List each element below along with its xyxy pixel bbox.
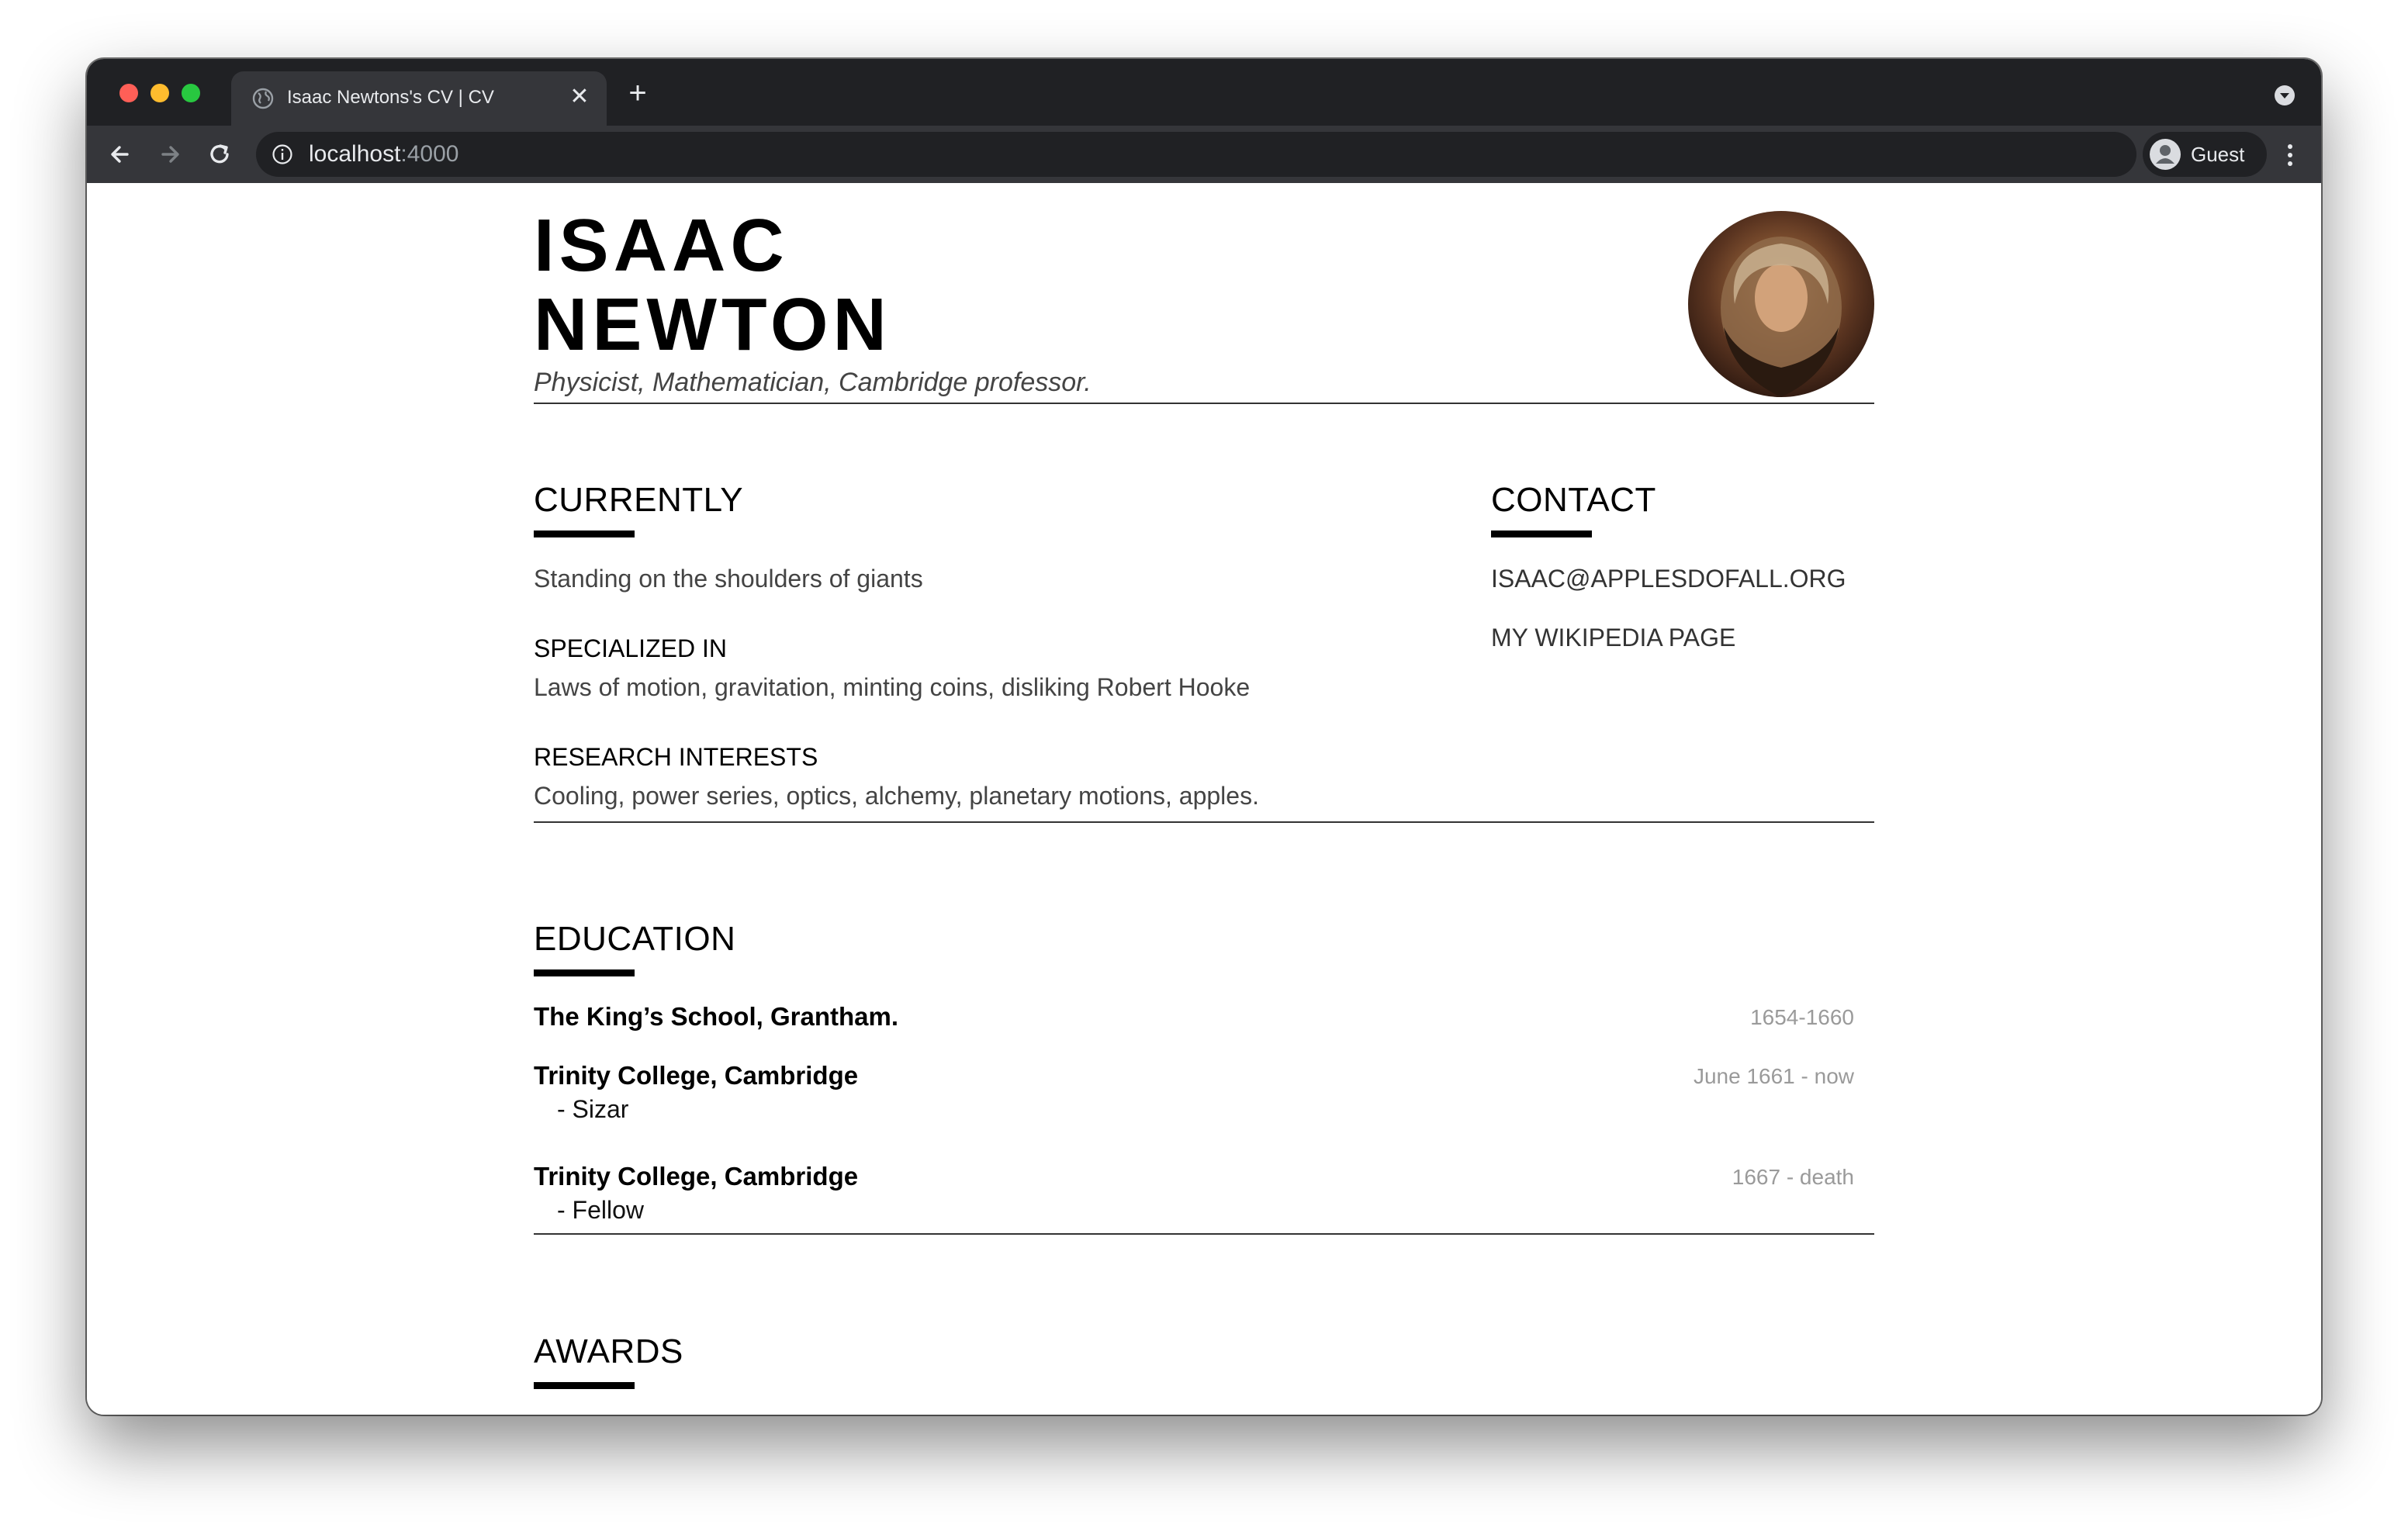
page-title: ISAAC NEWTON	[534, 206, 891, 365]
profile-avatar-icon	[2150, 139, 2181, 170]
page-content: ISAAC NEWTON Physicist, Mathematician, C…	[87, 183, 2321, 1415]
profile-label: Guest	[2191, 143, 2245, 166]
education-institution: Trinity College, Cambridge	[534, 1162, 859, 1191]
wikipedia-link[interactable]: MY WIKIPEDIA PAGE	[1491, 624, 1735, 652]
tab-bar: Isaac Newtons's CV | CV ✕ +	[87, 59, 2321, 126]
first-name: ISAAC	[534, 204, 789, 287]
info-icon[interactable]	[272, 143, 293, 165]
back-arrow-icon[interactable]	[104, 138, 137, 171]
forward-arrow-icon[interactable]	[154, 138, 186, 171]
research-heading: RESEARCH INTERESTS	[534, 743, 818, 771]
url-port: :4000	[400, 141, 459, 167]
more-options-icon[interactable]	[2282, 140, 2298, 171]
avatar	[1688, 211, 1874, 397]
education-institution: The King’s School, Grantham.	[534, 1002, 898, 1031]
tab-title: Isaac Newtons's CV | CV	[287, 87, 494, 108]
reload-icon[interactable]	[203, 138, 236, 171]
tagline: Physicist, Mathematician, Cambridge prof…	[534, 368, 1092, 397]
tab-active[interactable]: Isaac Newtons's CV | CV ✕	[231, 71, 607, 126]
currently-text: Standing on the shoulders of giants	[534, 565, 923, 593]
specialized-text: Laws of motion, gravitation, minting coi…	[534, 673, 1251, 701]
section-title-contact: CONTACT	[1491, 481, 1656, 519]
education-dates: 1654-1660	[1750, 1005, 1854, 1029]
specialized-heading: SPECIALIZED IN	[534, 634, 727, 662]
section-underline	[1491, 530, 1592, 537]
url-text[interactable]: localhost:4000	[309, 141, 458, 168]
divider	[534, 403, 1874, 404]
divider	[534, 1233, 1874, 1235]
research-text: Cooling, power series, optics, alchemy, …	[534, 782, 1259, 810]
new-tab-button[interactable]: +	[622, 78, 653, 110]
education-role: - Sizar	[557, 1095, 629, 1123]
tab-search-icon[interactable]	[2273, 84, 2296, 107]
education-institution: Trinity College, Cambridge	[534, 1061, 859, 1090]
section-title-awards: AWARDS	[534, 1332, 683, 1370]
email-link[interactable]: ISAAC@APPLESDOFALL.ORG	[1491, 565, 1846, 593]
section-underline	[534, 969, 635, 976]
section-title-currently: CURRENTLY	[534, 481, 744, 519]
close-window-button[interactable]	[119, 84, 138, 102]
education-dates: 1667 - death	[1732, 1165, 1854, 1189]
education-dates: June 1661 - now	[1693, 1064, 1854, 1088]
profile-button[interactable]: Guest	[2143, 132, 2267, 177]
browser-toolbar: localhost:4000 Guest	[87, 126, 2321, 183]
section-underline	[534, 1382, 635, 1389]
education-role: - Fellow	[557, 1196, 645, 1224]
section-underline	[534, 530, 635, 537]
divider	[534, 821, 1874, 823]
maximize-window-button[interactable]	[182, 84, 200, 102]
section-title-education: EDUCATION	[534, 920, 736, 958]
globe-icon	[252, 88, 274, 109]
url-host: localhost	[309, 141, 401, 167]
browser-window: Isaac Newtons's CV | CV ✕ + localhost:40…	[87, 59, 2321, 1415]
minimize-window-button[interactable]	[150, 84, 169, 102]
tab-close-icon[interactable]: ✕	[566, 84, 593, 110]
address-bar[interactable]: localhost:4000	[256, 132, 2136, 177]
last-name: NEWTON	[534, 283, 891, 366]
portrait-image	[1721, 237, 1842, 397]
